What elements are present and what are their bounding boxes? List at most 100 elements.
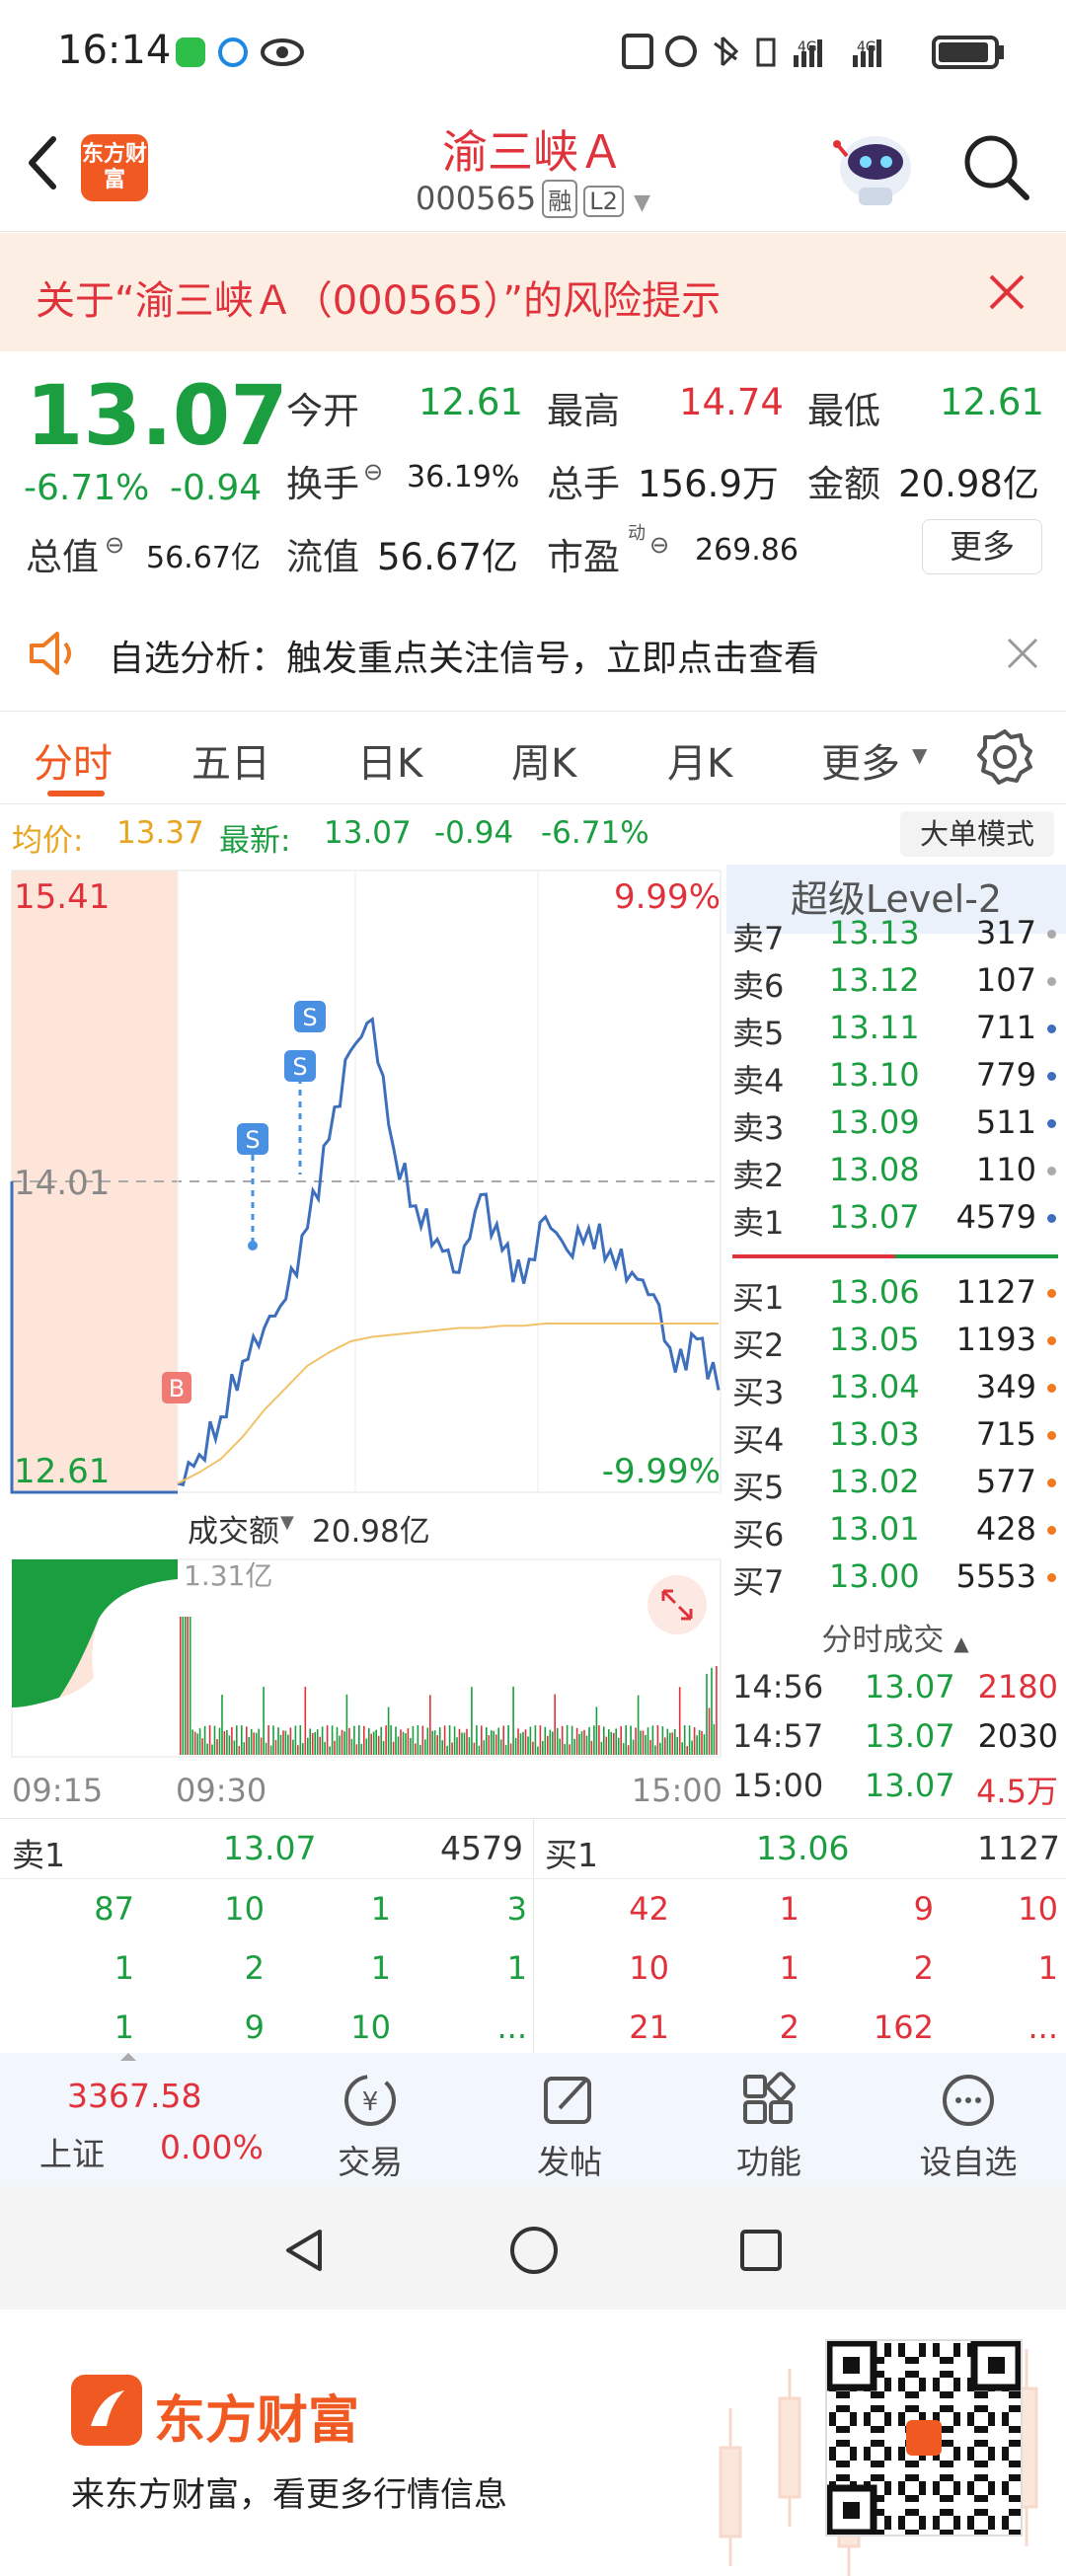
risk-warning-text[interactable]: 关于“渝三峡Ａ（000565）”的风险提示 xyxy=(36,268,721,326)
trade-price: 13.07 xyxy=(865,1717,955,1755)
tab-intraday[interactable]: 分时 xyxy=(34,731,113,789)
volume-bar xyxy=(706,1673,708,1755)
sell-marker[interactable]: S xyxy=(284,1050,316,1174)
back-icon[interactable] xyxy=(22,133,61,192)
nav-post[interactable]: 发帖 xyxy=(505,2071,634,2183)
ask-level-name: 卖2 xyxy=(732,1157,785,1194)
expand-icon[interactable] xyxy=(647,1575,707,1634)
volume-header[interactable]: 成交额 ▼ 20.98亿 xyxy=(178,1500,730,1550)
risk-warning-bar[interactable]: 关于“渝三峡Ａ（000565）”的风险提示 xyxy=(0,233,1066,351)
queue-ask-cell: 87 xyxy=(94,1890,134,1928)
bid-level-row[interactable]: 买3 13.04 349 xyxy=(732,1368,1058,1415)
bid-level-row[interactable]: 买7 13.00 5553 xyxy=(732,1557,1058,1605)
close-icon[interactable] xyxy=(985,270,1028,314)
volume-bar xyxy=(267,1725,269,1755)
volume-bar xyxy=(671,1732,674,1755)
tab-five-day[interactable]: 五日 xyxy=(191,731,270,789)
pct-bot-label: -9.99% xyxy=(602,1452,721,1491)
buy-marker[interactable]: B xyxy=(162,1372,191,1403)
trades-header[interactable]: 分时成交 ▲ xyxy=(732,1615,1058,1658)
volume-bar xyxy=(547,1735,549,1755)
search-icon[interactable] xyxy=(957,128,1036,207)
trade-volume: 2180 xyxy=(977,1668,1058,1705)
ask-level-row[interactable]: 卖7 13.13 317 xyxy=(732,914,1058,961)
large-order-mode-button[interactable]: 大单模式 xyxy=(900,811,1054,857)
bid-level-row[interactable]: 买4 13.03 715 xyxy=(732,1415,1058,1463)
volume-bar xyxy=(243,1742,246,1755)
nav-home-icon[interactable] xyxy=(507,2224,561,2277)
bid-level-row[interactable]: 买2 13.05 1193 xyxy=(732,1321,1058,1368)
tab-more[interactable]: 更多 xyxy=(821,731,900,789)
ask-level-row[interactable]: 卖1 13.07 4579 xyxy=(732,1198,1058,1246)
volume-bar xyxy=(216,1739,218,1755)
nav-add-watchlist[interactable]: 设自选 xyxy=(904,2071,1032,2183)
ask-level-row[interactable]: 卖5 13.11 711 xyxy=(732,1009,1058,1056)
volume-bar xyxy=(297,1745,299,1755)
volume-bar xyxy=(218,1727,221,1755)
index-pct[interactable]: 0.00% xyxy=(160,2128,264,2166)
sell-marker[interactable]: S xyxy=(294,1001,326,1032)
volume-bar xyxy=(610,1732,613,1755)
nav-trade[interactable]: ¥ 交易 xyxy=(306,2071,434,2183)
volume-bar xyxy=(415,1743,417,1755)
queue-ask-label: 卖1 xyxy=(12,1836,65,1874)
trade-icon: ¥ xyxy=(344,2075,396,2126)
ask-level-row[interactable]: 卖4 13.10 779 xyxy=(732,1056,1058,1103)
volume-bar xyxy=(424,1739,426,1755)
trade-volume: 2030 xyxy=(977,1717,1058,1755)
time-end-label: 15:00 xyxy=(632,1772,723,1809)
volume-bar xyxy=(329,1746,331,1755)
info-icon[interactable]: ⊖ xyxy=(649,531,669,559)
tab-monthly-k[interactable]: 月K xyxy=(667,731,732,789)
ask-level-row[interactable]: 卖2 13.08 110 xyxy=(732,1151,1058,1198)
index-name[interactable]: 上证 xyxy=(39,2128,105,2175)
nav-functions[interactable]: 功能 xyxy=(705,2071,833,2183)
close-icon[interactable] xyxy=(1005,636,1040,671)
volume-bar xyxy=(433,1730,436,1755)
volume-bar xyxy=(299,1725,302,1755)
intraday-chart[interactable]: 15.41 14.01 12.61 9.99% -9.99% B S S S 1… xyxy=(0,859,730,1816)
robot-assistant-icon[interactable] xyxy=(831,126,920,209)
more-button[interactable]: 更多 xyxy=(922,519,1042,574)
bid-level-row[interactable]: 买6 13.01 428 xyxy=(732,1510,1058,1557)
notice-text[interactable]: 自选分析：触发重点关注信号，立即点击查看 xyxy=(109,630,819,681)
queue-bid-cell: 2 xyxy=(913,1949,934,1987)
compose-icon xyxy=(544,2077,591,2124)
queue-ask-cell: 10 xyxy=(350,2008,391,2046)
app-logo[interactable]: 东方财富 xyxy=(81,134,148,201)
volume-bar xyxy=(380,1726,382,1755)
signal-notice[interactable]: 自选分析：触发重点关注信号，立即点击查看 xyxy=(0,604,1066,703)
nav-recents-icon[interactable] xyxy=(736,2226,786,2275)
ask-level-row[interactable]: 卖6 13.12 107 xyxy=(732,961,1058,1009)
tab-weekly-k[interactable]: 周K xyxy=(511,731,576,789)
info-icon[interactable]: ⊖ xyxy=(363,458,383,486)
ask-level-price: 13.13 xyxy=(829,914,920,951)
volume-bar xyxy=(598,1725,600,1755)
volume-bar xyxy=(203,1725,206,1755)
volume-bar xyxy=(360,1744,363,1755)
bid-level-row[interactable]: 买5 13.02 577 xyxy=(732,1463,1058,1510)
volume-label[interactable]: 成交额 xyxy=(188,1506,279,1551)
order-dot-icon xyxy=(1047,1214,1056,1223)
index-value[interactable]: 3367.58 xyxy=(67,2077,201,2115)
sell-marker[interactable]: S xyxy=(237,1123,268,1250)
stock-code-row[interactable]: 000565 融 L2 ▼ xyxy=(336,180,730,218)
gear-icon[interactable] xyxy=(975,727,1034,787)
ask-level-price: 13.11 xyxy=(829,1009,920,1046)
volume-bar xyxy=(686,1746,688,1755)
ask-level-volume: 511 xyxy=(975,1103,1036,1141)
ask-level-name: 卖3 xyxy=(732,1109,785,1147)
volume-bar xyxy=(400,1729,402,1755)
volume-bar xyxy=(441,1740,443,1755)
volume-bar xyxy=(698,1730,701,1755)
volume-bar xyxy=(274,1739,277,1755)
ask-level-row[interactable]: 卖3 13.09 511 xyxy=(732,1103,1058,1151)
bid-level-name: 买6 xyxy=(732,1516,785,1553)
bid-level-row[interactable]: 买1 13.06 1127 xyxy=(732,1273,1058,1321)
volume-bar xyxy=(683,1725,686,1755)
nav-back-icon[interactable] xyxy=(280,2226,330,2275)
info-icon[interactable]: ⊖ xyxy=(105,531,124,559)
stock-name[interactable]: 渝三峡Ａ xyxy=(336,116,730,182)
volume-value: 156.9万 xyxy=(638,463,779,505)
tab-daily-k[interactable]: 日K xyxy=(357,731,422,789)
